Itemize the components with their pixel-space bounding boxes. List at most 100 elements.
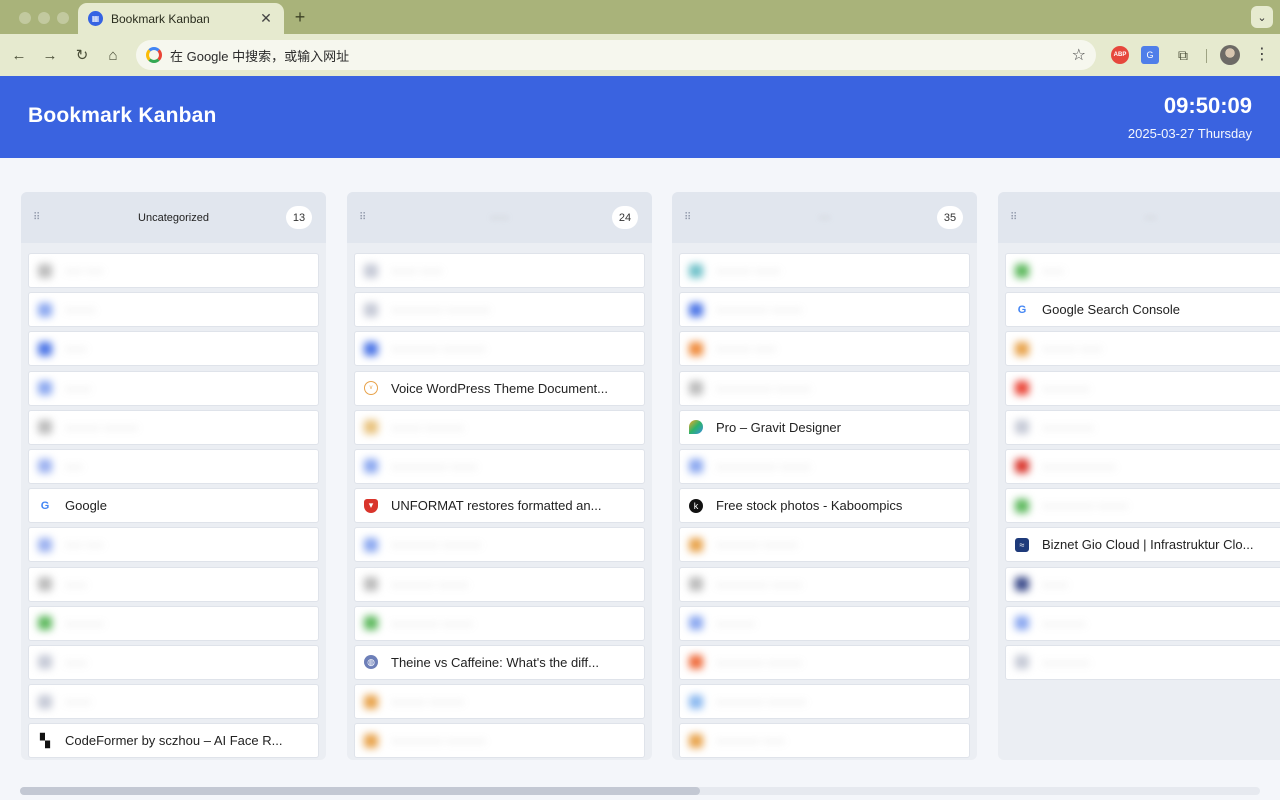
- column-header[interactable]: ⠿ ····· 24: [347, 192, 652, 243]
- bookmark-card[interactable]: ············: [1005, 409, 1280, 445]
- bookmark-card[interactable]: ········ ·····: [679, 331, 970, 367]
- bookmark-title: ·····: [65, 576, 87, 592]
- bookmark-card[interactable]: ············ ·······: [679, 566, 970, 602]
- bookmark-card[interactable]: ············ ·······: [679, 292, 970, 328]
- bookmark-card[interactable]: ············· ········: [679, 370, 970, 406]
- favicon-icon: [364, 341, 378, 356]
- column-header[interactable]: ⠿ ···: [998, 192, 1280, 243]
- favicon-icon: [38, 694, 52, 709]
- tab-bookmark-kanban[interactable]: ▦ Bookmark Kanban ✕: [78, 3, 284, 34]
- bookmark-title: ···········: [1042, 380, 1090, 396]
- bookmark-card[interactable]: k Free stock photos - Kaboompics: [679, 488, 970, 524]
- bookmark-title: Theine vs Caffeine: What's the diff...: [391, 654, 599, 670]
- bookmark-title: ············· ······: [391, 458, 477, 474]
- bookmark-card[interactable]: ······: [1005, 566, 1280, 602]
- close-tab-icon[interactable]: ✕: [258, 10, 274, 27]
- scrollbar-thumb[interactable]: [20, 787, 700, 795]
- bookmark-card[interactable]: ≈ Biznet Gio Cloud | Infrastruktur Clo...: [1005, 527, 1280, 563]
- bookmark-card[interactable]: ···········: [1005, 370, 1280, 406]
- bookmark-card[interactable]: ······· ·········: [354, 409, 645, 445]
- bookmark-card[interactable]: v Voice WordPress Theme Document...: [354, 370, 645, 406]
- bookmark-title: ·············· ·······: [716, 458, 811, 474]
- bookmark-card[interactable]: ··········· ·······: [354, 605, 645, 641]
- bookmark-card[interactable]: ············· ······: [354, 448, 645, 484]
- bookmark-card[interactable]: ············ ··········: [354, 292, 645, 328]
- google-icon: G: [40, 499, 50, 512]
- bookmark-card[interactable]: G Google: [28, 488, 319, 524]
- bookmark-card[interactable]: ·········: [28, 605, 319, 641]
- bookmark-card[interactable]: ··········: [1005, 605, 1280, 641]
- bookmark-card[interactable]: ·········· ·······: [354, 566, 645, 602]
- bookmark-star-icon[interactable]: ☆: [1072, 45, 1086, 65]
- more-menu-icon[interactable]: ⋮: [1254, 44, 1270, 64]
- bookmark-title: ··········: [1042, 615, 1086, 631]
- bookmark-card[interactable]: ····: [28, 448, 319, 484]
- horizontal-scrollbar[interactable]: [20, 787, 1260, 795]
- bookmark-card[interactable]: ▾ UNFORMAT restores formatted an...: [354, 488, 645, 524]
- bookmark-card[interactable]: ········ ······: [679, 253, 970, 288]
- bookmark-card[interactable]: ······ ·····: [354, 253, 645, 288]
- bookmark-title: ···········: [1042, 654, 1090, 670]
- bookmark-card[interactable]: ···· ····: [28, 527, 319, 563]
- profile-avatar[interactable]: [1220, 45, 1240, 65]
- window-zoom-dot[interactable]: [57, 12, 69, 24]
- bookmark-title: ·········· ·····: [716, 733, 785, 749]
- bookmark-card[interactable]: ········ ········: [28, 409, 319, 445]
- bookmark-card[interactable]: ······: [28, 370, 319, 406]
- tab-search-chevron-icon[interactable]: ⌄: [1251, 6, 1273, 28]
- bookmark-title: ····: [65, 458, 83, 474]
- new-tab-icon[interactable]: +: [290, 7, 310, 28]
- bookmark-card[interactable]: ···· ····: [28, 253, 319, 288]
- bookmark-card[interactable]: ·····: [1005, 253, 1280, 288]
- bookmark-card[interactable]: ·······: [28, 292, 319, 328]
- window-minimize-dot[interactable]: [38, 12, 50, 24]
- window-close-dot[interactable]: [19, 12, 31, 24]
- reload-icon[interactable]: ↻: [72, 45, 92, 65]
- column-header[interactable]: ⠿ ··· 35: [672, 192, 977, 243]
- bookmark-card[interactable]: ◍ Theine vs Caffeine: What's the diff...: [354, 644, 645, 680]
- favicon-icon: [689, 655, 703, 670]
- adblock-plus-icon[interactable]: ABP: [1111, 46, 1129, 64]
- shield-icon: ▾: [364, 498, 378, 513]
- bookmark-card[interactable]: ············ ·········: [354, 723, 645, 759]
- bookmark-card[interactable]: ·················: [1005, 448, 1280, 484]
- column-header[interactable]: ⠿ Uncategorized 13: [21, 192, 326, 243]
- bookmark-card[interactable]: ·····: [28, 644, 319, 680]
- bookmark-card[interactable]: ·············· ·······: [679, 448, 970, 484]
- back-arrow-icon[interactable]: ←: [9, 45, 29, 65]
- address-bar[interactable]: 在 Google 中搜索，或输入网址 ☆: [136, 40, 1096, 70]
- kanban-column[interactable]: ⠿ ··· 35 ········ ······ ············ ······…: [672, 192, 977, 760]
- bookmark-card[interactable]: ·····: [28, 566, 319, 602]
- kanban-column[interactable]: ⠿ ····· 24 ······ ····· ············ ·······…: [347, 192, 652, 760]
- bookmark-title: ·········· ········: [716, 537, 798, 553]
- bookmark-card[interactable]: ······: [28, 684, 319, 720]
- bookmark-card[interactable]: ·········· ·····: [679, 723, 970, 759]
- bookmark-card[interactable]: ········ ·····: [1005, 331, 1280, 367]
- bookmark-card[interactable]: ········ ········: [354, 684, 645, 720]
- translate-icon[interactable]: G: [1141, 46, 1159, 64]
- bookmark-title: ············ ·······: [716, 302, 802, 318]
- bookmark-card[interactable]: ▚ CodeFormer by sczhou – AI Face R...: [28, 723, 319, 759]
- bookmark-card[interactable]: ·········· ········: [679, 527, 970, 563]
- forward-arrow-icon[interactable]: →: [40, 45, 60, 65]
- bookmark-card[interactable]: ··········· ·········: [679, 684, 970, 720]
- bookmark-card[interactable]: ··········· ··········: [354, 331, 645, 367]
- bookmark-card[interactable]: ·····: [28, 331, 319, 367]
- kanban-column[interactable]: ⠿ Uncategorized 13 ···· ···· ······· ····· ···…: [21, 192, 326, 760]
- bookmark-card[interactable]: ··········· ·········: [354, 527, 645, 563]
- bookmark-card[interactable]: G Google Search Console: [1005, 292, 1280, 328]
- favicon-icon: [689, 459, 703, 474]
- bookmark-card[interactable]: ············ ·······: [1005, 488, 1280, 524]
- column-title: ···: [819, 211, 830, 224]
- favicon-icon: [38, 420, 52, 435]
- address-placeholder: 在 Google 中搜索，或输入网址: [170, 48, 350, 64]
- extensions-puzzle-icon[interactable]: ⧉: [1174, 46, 1192, 64]
- bookmark-card[interactable]: Pro – Gravit Designer: [679, 409, 970, 445]
- kanban-column[interactable]: ⠿ ··· ····· G Google Search Console ········ …: [998, 192, 1280, 760]
- favicon-icon: [364, 694, 378, 709]
- bookmark-title: ·········: [65, 615, 104, 631]
- bookmark-card[interactable]: ·········: [679, 605, 970, 641]
- bookmark-card[interactable]: ···········: [1005, 644, 1280, 680]
- home-icon[interactable]: ⌂: [103, 45, 123, 65]
- bookmark-card[interactable]: ··········· ········: [679, 644, 970, 680]
